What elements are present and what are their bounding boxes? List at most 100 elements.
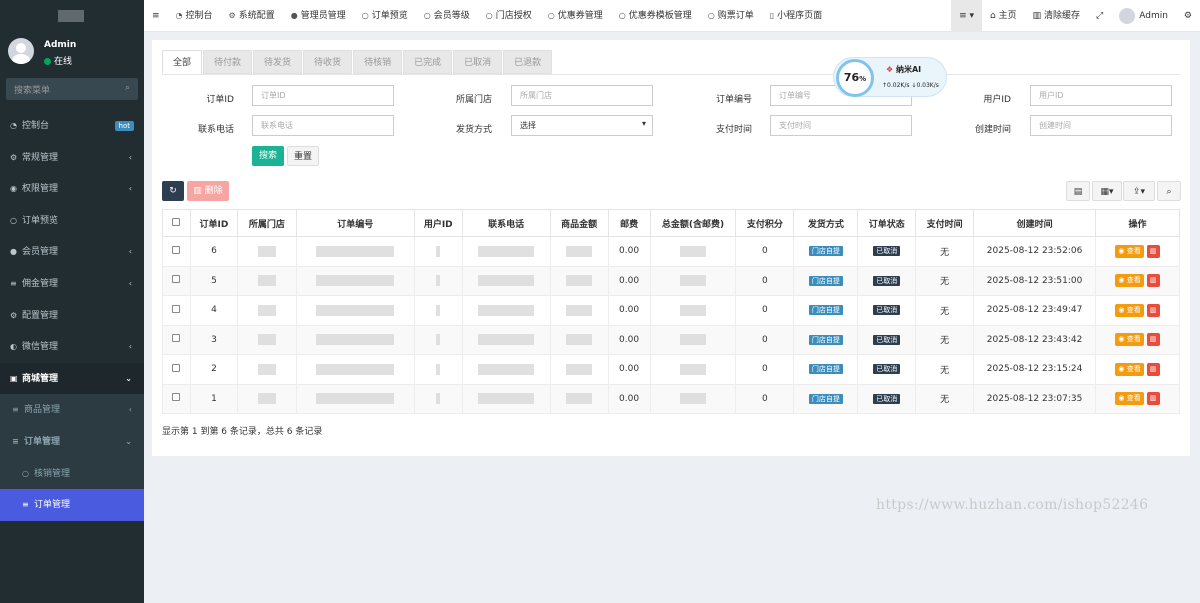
col-phone[interactable]: 联系电话 bbox=[461, 209, 551, 237]
table-row[interactable]: 4 0.00 0 门店自提 已取消无 2025-08-12 23:49:47 ◉ 查看 ▥ bbox=[162, 295, 1180, 326]
view-button[interactable]: ◉ 查看 bbox=[1115, 274, 1144, 288]
view-button[interactable]: ◉ 查看 bbox=[1115, 392, 1144, 406]
nav-more-dropdown[interactable]: ≡ ▾ bbox=[951, 0, 983, 32]
view-button[interactable]: ◉ 查看 bbox=[1115, 303, 1144, 317]
row-delete-button[interactable]: ▥ bbox=[1146, 333, 1160, 347]
sidebar-item-dashboard[interactable]: ◔ 控制台 hot bbox=[0, 110, 144, 142]
row-delete-button[interactable]: ▥ bbox=[1146, 362, 1160, 376]
refresh-button[interactable]: ↻ bbox=[162, 181, 184, 201]
menu-toggle-button[interactable]: ≡ bbox=[144, 0, 168, 32]
export-button[interactable]: ⇪▾ bbox=[1123, 181, 1155, 201]
nav-order-preview[interactable]: ○ 订单预览 bbox=[354, 0, 416, 32]
table-row[interactable]: 2 0.00 0 门店自提 已取消无 2025-08-12 23:15:24 ◉ 查看 ▥ bbox=[162, 354, 1180, 385]
row-checkbox[interactable] bbox=[172, 393, 181, 402]
nav-coupon-templates[interactable]: ○ 优惠券模板管理 bbox=[611, 0, 700, 32]
nav-miniprogram[interactable]: ▯ 小程序页面 bbox=[762, 0, 830, 32]
ship-select[interactable]: 选择 ▾ bbox=[511, 115, 653, 136]
tab-cancelled[interactable]: 已取消 bbox=[453, 50, 503, 74]
sidebar-item-auth[interactable]: ◉ 权限管理 ‹ bbox=[0, 173, 144, 205]
logo[interactable] bbox=[0, 0, 144, 32]
columns-button[interactable]: ▦▾ bbox=[1092, 181, 1122, 201]
nav-system-config[interactable]: ⚙ 系统配置 bbox=[221, 0, 283, 32]
home-link[interactable]: ⌂ 主页 bbox=[982, 0, 1025, 32]
row-delete-button[interactable]: ▥ bbox=[1146, 303, 1160, 317]
col-order-no[interactable]: 订单编号 bbox=[295, 209, 415, 237]
sidebar-item-verify[interactable]: ○ 核销管理 bbox=[0, 457, 144, 490]
circle-icon: ○ bbox=[423, 11, 431, 20]
sidebar-item-orders-group[interactable]: ≡ 订单管理 ⌄ bbox=[0, 425, 144, 458]
settings-button[interactable]: ⚙ bbox=[1176, 0, 1200, 32]
sidebar-item-orders[interactable]: ≡ 订单管理 bbox=[0, 489, 144, 521]
redacted-goods-amount bbox=[566, 334, 593, 346]
tab-all[interactable]: 全部 bbox=[162, 50, 203, 74]
tab-unpaid[interactable]: 待付款 bbox=[203, 50, 253, 74]
user-menu[interactable]: Admin bbox=[1111, 0, 1176, 32]
table-row[interactable]: 6 0.00 0 门店自提 已取消无 2025-08-12 23:52:06 ◉ 查看 ▥ bbox=[162, 236, 1180, 267]
phone-input[interactable]: 联系电话 bbox=[252, 115, 394, 136]
sidebar-item-wechat[interactable]: ◐ 微信管理 ‹ bbox=[0, 331, 144, 363]
tab-unverified[interactable]: 待核销 bbox=[353, 50, 403, 74]
user-id-input[interactable]: 用户ID bbox=[1030, 85, 1172, 106]
sidebar-item-commission[interactable]: ≡ 佣金管理 ‹ bbox=[0, 268, 144, 300]
row-delete-button[interactable]: ▥ bbox=[1146, 274, 1160, 288]
tab-unshipped[interactable]: 待发货 bbox=[253, 50, 303, 74]
row-checkbox[interactable] bbox=[172, 334, 181, 343]
select-all-checkbox[interactable] bbox=[172, 217, 181, 226]
sidebar-item-general[interactable]: ⚙ 常规管理 ‹ bbox=[0, 142, 144, 174]
search-icon[interactable]: ⌕ bbox=[125, 83, 130, 93]
clear-cache-button[interactable]: ▥ 清除缓存 bbox=[1025, 0, 1088, 32]
col-user-id[interactable]: 用户ID bbox=[413, 209, 463, 237]
sidebar-item-members[interactable]: ● 会员管理 ‹ bbox=[0, 236, 144, 268]
row-delete-button[interactable]: ▥ bbox=[1146, 392, 1160, 406]
table-row[interactable]: 3 0.00 0 门店自提 已取消无 2025-08-12 23:43:42 ◉ 查看 ▥ bbox=[162, 324, 1180, 355]
store-input[interactable]: 所属门店 bbox=[511, 85, 653, 106]
sidebar-item-order-preview[interactable]: ○ 订单预览 bbox=[0, 205, 144, 237]
nav-member-level[interactable]: ○ 会员等级 bbox=[416, 0, 478, 32]
row-checkbox[interactable] bbox=[172, 304, 181, 313]
nav-label: 优惠券模板管理 bbox=[628, 11, 692, 21]
search-button[interactable]: 搜索 bbox=[252, 146, 284, 166]
create-time-input[interactable]: 创建时间 bbox=[1030, 115, 1172, 136]
circle-icon: ○ bbox=[618, 11, 626, 20]
row-checkbox[interactable] bbox=[172, 275, 181, 284]
col-create-time[interactable]: 创建时间 bbox=[973, 209, 1097, 237]
col-pay-time[interactable]: 支付时间 bbox=[915, 209, 975, 237]
delete-button[interactable]: ▥ 删除 bbox=[187, 181, 229, 201]
view-button[interactable]: ◉ 查看 bbox=[1115, 333, 1144, 347]
col-ship[interactable]: 发货方式 bbox=[793, 209, 859, 237]
nav-coupons[interactable]: ○ 优惠券管理 bbox=[540, 0, 611, 32]
fullscreen-button[interactable]: ⤢ bbox=[1088, 0, 1111, 32]
table-row[interactable]: 1 0.00 0 门店自提 已取消无 2025-08-12 23:07:35 ◉ 查看 ▥ bbox=[162, 383, 1180, 414]
view-button[interactable]: ◉ 查看 bbox=[1115, 362, 1144, 376]
pay-time-input[interactable]: 支付时间 bbox=[770, 115, 912, 136]
order-id-input[interactable]: 订单ID bbox=[252, 85, 394, 106]
sidebar-item-mall[interactable]: ▣ 商城管理 ⌄ bbox=[0, 362, 144, 395]
sidebar-item-products[interactable]: ≡ 商品管理 ‹ bbox=[0, 394, 144, 426]
nav-store-auth[interactable]: ○ 门店授权 bbox=[478, 0, 540, 32]
col-goods-amount[interactable]: 商品金额 bbox=[549, 209, 609, 237]
tab-completed[interactable]: 已完成 bbox=[403, 50, 453, 74]
list-icon: ≡ bbox=[12, 405, 19, 415]
nav-dashboard[interactable]: ◔ 控制台 bbox=[168, 0, 221, 32]
table-row[interactable]: 5 0.00 0 门店自提 已取消无 2025-08-12 23:51:00 ◉ 查看 ▥ bbox=[162, 265, 1180, 296]
row-checkbox[interactable] bbox=[172, 363, 181, 372]
ai-speed-widget[interactable]: 76% ❖ 纳米AI ↑0.02K/s ↓0.03K/s bbox=[833, 57, 947, 97]
tab-unreceived[interactable]: 待收货 bbox=[303, 50, 353, 74]
tab-refunded[interactable]: 已退款 bbox=[503, 50, 553, 74]
nav-admins[interactable]: ● 管理员管理 bbox=[283, 0, 354, 32]
col-order-id[interactable]: 订单ID bbox=[189, 209, 238, 237]
view-button[interactable]: ◉ 查看 bbox=[1115, 244, 1144, 258]
sidebar-search-input[interactable]: 搜索菜单 ⌕ bbox=[6, 78, 138, 100]
row-checkbox[interactable] bbox=[172, 245, 181, 254]
table-search-button[interactable]: ⌕ bbox=[1157, 181, 1181, 201]
col-postage[interactable]: 邮费 bbox=[607, 209, 651, 237]
nav-ticket-orders[interactable]: ○ 购票订单 bbox=[700, 0, 762, 32]
col-points[interactable]: 支付积分 bbox=[735, 209, 795, 237]
toggle-view-button[interactable]: ▤ bbox=[1066, 181, 1090, 201]
sidebar-item-config[interactable]: ⚙ 配置管理 bbox=[0, 300, 144, 332]
reset-button[interactable]: 重置 bbox=[287, 146, 319, 166]
row-delete-button[interactable]: ▥ bbox=[1146, 244, 1160, 258]
col-store[interactable]: 所属门店 bbox=[236, 209, 297, 237]
col-total[interactable]: 总金额(含邮费) bbox=[649, 209, 737, 237]
col-status[interactable]: 订单状态 bbox=[857, 209, 917, 237]
